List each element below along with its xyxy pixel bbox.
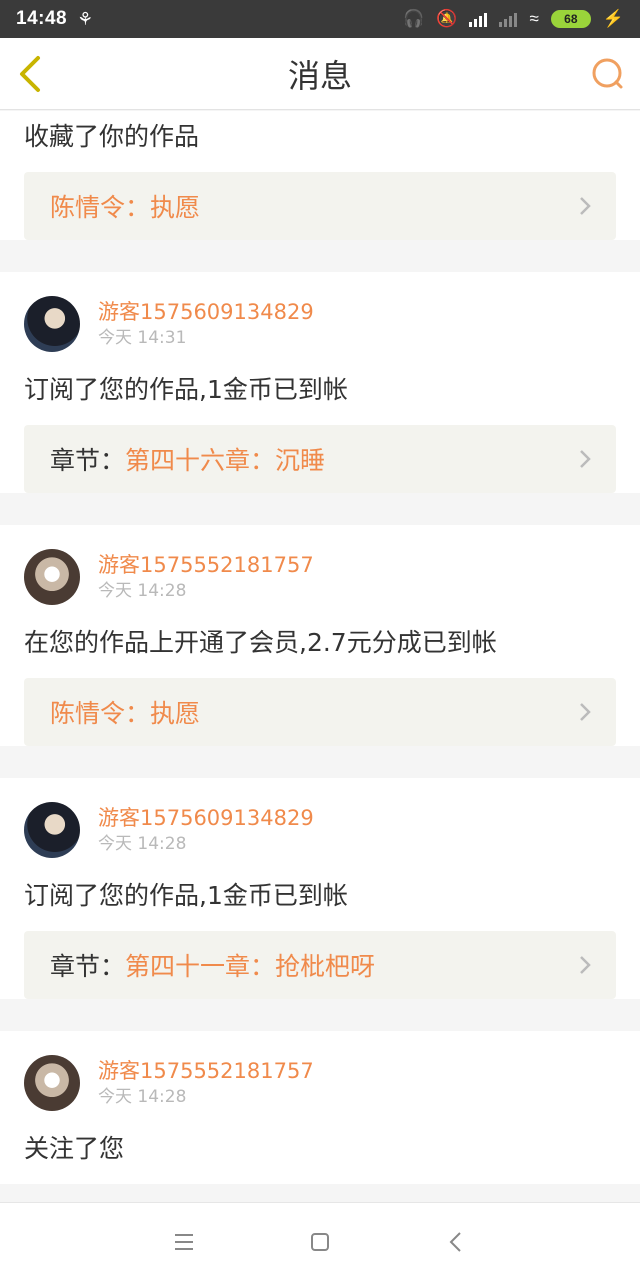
chevron-right-icon xyxy=(580,197,591,215)
menu-icon[interactable] xyxy=(171,1229,197,1255)
message-time: 今天 14:28 xyxy=(98,581,187,601)
home-icon[interactable] xyxy=(307,1229,333,1255)
status-icons: 🎧 🔕 ≈ 68 ⚡ xyxy=(403,9,624,29)
message-card: 游客1575552181757 今天 14:28 关注了您 xyxy=(0,1031,640,1184)
work-link[interactable]: 章节： 第四十六章：沉睡 xyxy=(24,425,616,493)
avatar[interactable] xyxy=(24,802,80,858)
message-card: 游客1575552181757 今天 14:28 在您的作品上开通了会员,2.7… xyxy=(0,525,640,746)
user-row: 游客1575552181757 今天 14:28 xyxy=(24,525,616,605)
message-action: 在您的作品上开通了会员,2.7元分成已到帐 xyxy=(24,628,497,657)
chevron-right-icon xyxy=(580,450,591,468)
message-card: 游客1575609134829 今天 14:28 订阅了您的作品,1金币已到帐 … xyxy=(0,778,640,999)
work-title: 陈情令：执愿 xyxy=(50,699,201,728)
message-action: 订阅了您的作品,1金币已到帐 xyxy=(24,375,348,404)
ghost-icon: ⚘ xyxy=(77,8,94,29)
work-title: 第四十六章：沉睡 xyxy=(125,446,326,475)
username[interactable]: 游客1575609134829 xyxy=(98,298,314,326)
status-bar: 14:48 ⚘ 🎧 🔕 ≈ 68 ⚡ xyxy=(0,0,640,38)
battery-icon: 68 xyxy=(550,10,591,28)
message-card: 游客1575609134829 今天 14:31 订阅了您的作品,1金币已到帐 … xyxy=(0,272,640,493)
chapter-label: 章节： xyxy=(50,952,126,981)
user-row: 游客1575609134829 今天 14:31 xyxy=(24,272,616,352)
page-title: 消息 xyxy=(287,56,352,95)
username[interactable]: 游客1575552181757 xyxy=(98,1057,314,1085)
message-card: 收藏了你的作品 陈情令：执愿 xyxy=(0,111,640,240)
message-action: 订阅了您的作品,1金币已到帐 xyxy=(24,881,348,910)
username[interactable]: 游客1575552181757 xyxy=(98,551,314,579)
chevron-right-icon xyxy=(580,956,591,974)
user-row: 游客1575609134829 今天 14:28 xyxy=(24,778,616,858)
work-link[interactable]: 陈情令：执愿 xyxy=(24,172,616,240)
back-button[interactable] xyxy=(14,54,50,94)
back-icon[interactable] xyxy=(443,1229,469,1255)
avatar[interactable] xyxy=(24,1055,80,1111)
chapter-label: 章节： xyxy=(50,446,126,475)
mute-bell-icon: 🔕 xyxy=(436,9,458,28)
wifi-icon: ≈ xyxy=(529,9,539,28)
signal-icon xyxy=(499,11,518,27)
work-link[interactable]: 章节： 第四十一章：抢枇杷呀 xyxy=(24,931,616,999)
system-nav-bar xyxy=(0,1202,640,1280)
message-feed[interactable]: 收藏了你的作品 陈情令：执愿 游客1575609134829 今天 14:31 … xyxy=(0,111,640,1200)
work-title: 第四十一章：抢枇杷呀 xyxy=(125,952,376,981)
message-time: 今天 14:31 xyxy=(98,328,187,348)
username[interactable]: 游客1575609134829 xyxy=(98,804,314,832)
avatar[interactable] xyxy=(24,549,80,605)
app-header: 消息 xyxy=(0,38,640,110)
message-action: 关注了您 xyxy=(24,1134,125,1163)
charging-icon: ⚡ xyxy=(602,9,624,28)
message-action: 收藏了你的作品 xyxy=(24,122,200,151)
search-button[interactable] xyxy=(590,56,626,92)
work-title: 陈情令：执愿 xyxy=(50,193,201,222)
message-time: 今天 14:28 xyxy=(98,834,187,854)
hd-signal-icon xyxy=(469,11,488,27)
chevron-left-icon xyxy=(20,56,40,92)
user-row: 游客1575552181757 今天 14:28 xyxy=(24,1031,616,1111)
message-time: 今天 14:28 xyxy=(98,1087,187,1107)
headphones-icon: 🎧 xyxy=(403,9,425,28)
work-link[interactable]: 陈情令：执愿 xyxy=(24,678,616,746)
status-time: 14:48 xyxy=(16,8,68,29)
avatar[interactable] xyxy=(24,296,80,352)
chevron-right-icon xyxy=(580,703,591,721)
